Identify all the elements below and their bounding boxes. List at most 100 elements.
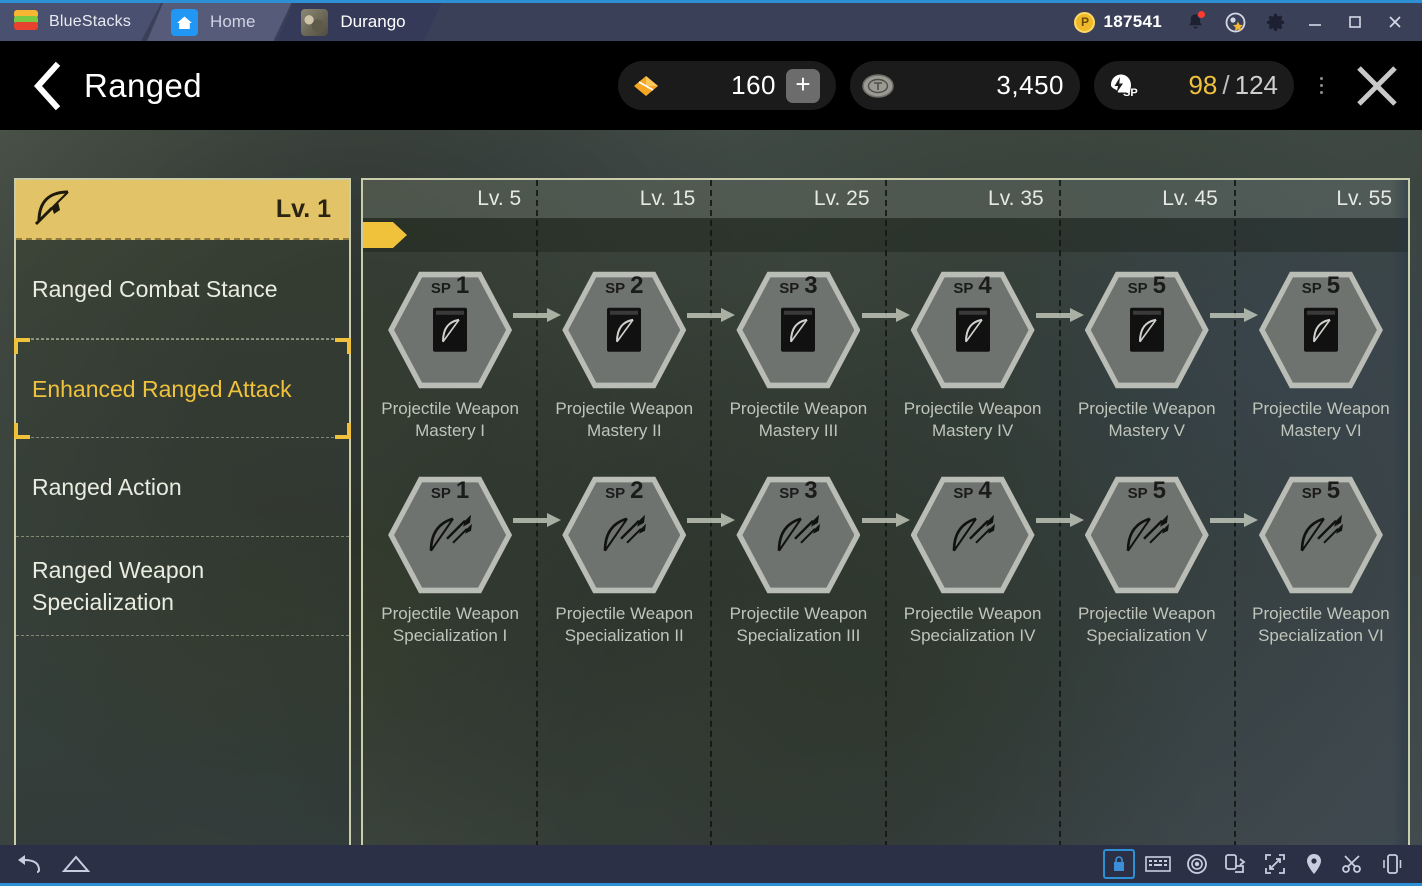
skill-hex[interactable]: SP 5 bbox=[1258, 268, 1383, 392]
skill-node[interactable]: SP 5 Projectile Weapon Specialization V bbox=[1060, 457, 1258, 662]
sp-label: SP bbox=[953, 485, 974, 502]
skill-node[interactable]: SP 1 Projectile Weapon Mastery I bbox=[363, 252, 562, 457]
resource-skill-points[interactable]: SP 98 / 124 bbox=[1094, 61, 1294, 110]
skill-node[interactable]: SP 1 Projectile Weapon Specialization I bbox=[363, 457, 562, 662]
progression-arrow-icon bbox=[1035, 308, 1084, 322]
bluestacks-window: BlueStacks Home Durango P 187541 Ranged … bbox=[0, 0, 1422, 886]
close-panel-icon[interactable] bbox=[1340, 49, 1414, 123]
skill-book-bow-icon bbox=[427, 304, 473, 361]
app-lock-icon[interactable] bbox=[1103, 849, 1135, 879]
android-back-icon[interactable] bbox=[14, 849, 46, 879]
keyboard-controls-icon[interactable] bbox=[1142, 849, 1174, 879]
bow-arrows-icon bbox=[1292, 509, 1350, 566]
skill-name: Projectile Weapon Specialization II bbox=[555, 604, 694, 645]
sp-head-icon: SP bbox=[1104, 68, 1140, 104]
skill-book-bow-icon bbox=[1298, 304, 1344, 361]
settings-gear-icon[interactable] bbox=[1258, 5, 1292, 39]
more-options-icon[interactable] bbox=[1308, 77, 1334, 94]
sp-cost: SP 2 bbox=[562, 272, 686, 300]
add-gem-button[interactable]: + bbox=[786, 68, 820, 103]
skill-node[interactable]: SP 4 Projectile Weapon Mastery IV bbox=[886, 252, 1084, 457]
gem-value: 160 bbox=[731, 70, 776, 100]
skill-points-max: 124 bbox=[1234, 70, 1278, 100]
sp-label: SP bbox=[1127, 485, 1148, 502]
location-pin-icon[interactable] bbox=[1298, 849, 1330, 879]
sidebar-item-label: Ranged Combat Stance bbox=[32, 276, 278, 302]
back-chevron-icon[interactable] bbox=[16, 55, 78, 117]
resource-gem[interactable]: 160 + bbox=[618, 61, 836, 110]
progression-arrow-icon bbox=[687, 513, 736, 527]
skill-node[interactable]: SP 4 Projectile Weapon Specialization IV bbox=[886, 457, 1084, 662]
skill-name: Projectile Weapon Specialization V bbox=[1077, 604, 1216, 645]
skill-row-projectile-weapon-specialization: SP 1 Projectile Weapon Specialization I bbox=[363, 457, 1408, 662]
skill-name: Projectile Weapon Mastery IV bbox=[903, 399, 1042, 440]
tab-home[interactable]: Home bbox=[147, 3, 291, 41]
skill-hex[interactable]: SP 2 bbox=[562, 268, 687, 392]
maximize-icon[interactable] bbox=[1338, 5, 1372, 39]
skill-hex[interactable]: SP 1 bbox=[388, 268, 513, 392]
skill-node[interactable]: SP 3 Projectile Weapon Specialization II… bbox=[711, 457, 910, 662]
sp-cost: SP 1 bbox=[388, 272, 512, 300]
resource-coin[interactable]: 3,450 bbox=[850, 61, 1080, 110]
sidebar-item-ranged-action[interactable]: Ranged Action bbox=[16, 438, 349, 537]
skill-name: Projectile Weapon Specialization VI bbox=[1252, 604, 1390, 645]
skill-hex[interactable]: SP 4 bbox=[910, 473, 1035, 597]
scissors-screenshot-icon[interactable] bbox=[1337, 849, 1369, 879]
sp-cost: SP 5 bbox=[1085, 272, 1209, 300]
skill-hex[interactable]: SP 1 bbox=[388, 473, 513, 597]
skill-panel-header: Ranged 160 + 3,450 SP 98 / 124 bbox=[0, 41, 1422, 130]
progression-arrow-icon bbox=[861, 308, 910, 322]
selection-corner-top-left bbox=[14, 338, 30, 354]
sp-value: 2 bbox=[630, 272, 644, 299]
level-column-45: Lv. 45 bbox=[1060, 180, 1234, 218]
skill-hex[interactable]: SP 2 bbox=[562, 473, 687, 597]
sidebar-item-label: Enhanced Ranged Attack bbox=[32, 375, 292, 402]
progression-arrow-icon bbox=[513, 308, 562, 322]
notification-badge-dot bbox=[1197, 10, 1206, 19]
skill-node[interactable]: SP 5 Projectile Weapon Mastery VI bbox=[1234, 252, 1408, 457]
points-counter[interactable]: P 187541 bbox=[1074, 11, 1162, 33]
sp-cost: SP 5 bbox=[1085, 477, 1209, 505]
level-label: Lv. 45 bbox=[1162, 187, 1218, 210]
sp-label: SP bbox=[1127, 280, 1148, 297]
tab-durango[interactable]: Durango bbox=[277, 3, 441, 41]
skill-hex[interactable]: SP 3 bbox=[736, 268, 861, 392]
skill-hex[interactable]: SP 3 bbox=[736, 473, 861, 597]
sp-cost: SP 4 bbox=[911, 272, 1035, 300]
skill-tree-panel: Lv. 5 Lv. 15 Lv. 25 Lv. 35 Lv. 45 Lv. 55 bbox=[361, 178, 1410, 845]
bluestacks-points-coin-icon: P bbox=[1074, 11, 1096, 33]
skill-points-separator: / bbox=[1222, 70, 1230, 100]
bluestacks-taskbar bbox=[0, 845, 1422, 886]
skill-name: Projectile Weapon Mastery II bbox=[555, 399, 694, 440]
sidebar-item-ranged-weapon-specialization[interactable]: Ranged Weapon Specialization bbox=[16, 537, 349, 636]
sidebar-item-label: Ranged Action bbox=[32, 474, 182, 500]
fullscreen-icon[interactable] bbox=[1259, 849, 1291, 879]
star-badge-icon[interactable] bbox=[1218, 5, 1252, 39]
taskbar-left-controls bbox=[0, 849, 92, 879]
skill-node[interactable]: SP 5 Projectile Weapon Specialization VI bbox=[1234, 457, 1408, 662]
skill-hex[interactable]: SP 4 bbox=[910, 268, 1035, 392]
close-window-icon[interactable] bbox=[1378, 5, 1412, 39]
minimize-icon[interactable] bbox=[1298, 5, 1332, 39]
sp-cost: SP 3 bbox=[736, 477, 860, 505]
skill-node[interactable]: SP 2 Projectile Weapon Mastery II bbox=[537, 252, 736, 457]
skill-hex[interactable]: SP 5 bbox=[1084, 268, 1209, 392]
sidebar-item-ranged-combat-stance[interactable]: Ranged Combat Stance bbox=[16, 240, 349, 339]
sidebar-item-enhanced-ranged-attack[interactable]: Enhanced Ranged Attack bbox=[14, 338, 351, 439]
skill-hex[interactable]: SP 5 bbox=[1258, 473, 1383, 597]
shake-device-icon[interactable] bbox=[1376, 849, 1408, 879]
bow-arrows-icon bbox=[595, 509, 653, 566]
rotate-screen-icon[interactable] bbox=[1220, 849, 1252, 879]
notifications-icon[interactable] bbox=[1178, 5, 1212, 39]
skill-node[interactable]: SP 3 Projectile Weapon Mastery III bbox=[711, 252, 910, 457]
bow-arrows-icon bbox=[1118, 509, 1176, 566]
sidebar-header: Lv. 1 bbox=[16, 180, 349, 240]
skill-hex[interactable]: SP 5 bbox=[1084, 473, 1209, 597]
sp-label: SP bbox=[953, 280, 974, 297]
android-home-icon[interactable] bbox=[60, 849, 92, 879]
progression-arrow-icon bbox=[1035, 513, 1084, 527]
skill-name: Projectile Weapon Specialization III bbox=[729, 604, 868, 645]
skill-node[interactable]: SP 2 Projectile Weapon Specialization II bbox=[537, 457, 736, 662]
skill-node[interactable]: SP 5 Projectile Weapon Mastery V bbox=[1060, 252, 1258, 457]
eye-macro-icon[interactable] bbox=[1181, 849, 1213, 879]
